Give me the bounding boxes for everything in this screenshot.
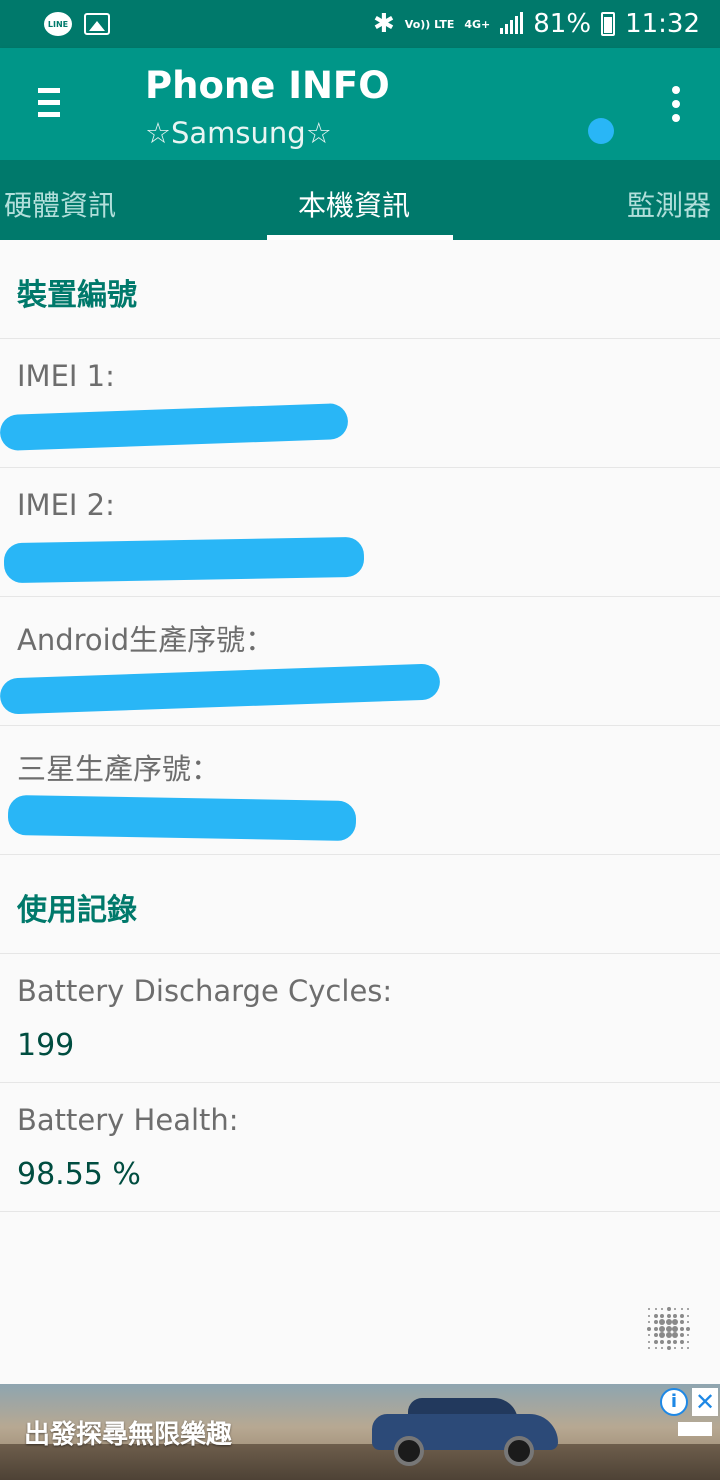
list-item-discharge-cycles[interactable]: Battery Discharge Cycles: 199 <box>0 954 720 1083</box>
tab-hardware-info[interactable]: 硬體資訊 <box>4 184 116 224</box>
ad-car-image <box>372 1396 558 1466</box>
battery-icon <box>601 12 616 36</box>
network-type-icon: 4G+ <box>464 17 491 31</box>
tab-device-info[interactable]: 本機資訊 <box>298 184 410 224</box>
bluetooth-icon: ✱ <box>373 9 395 39</box>
redaction-scribble <box>3 536 365 584</box>
app-subtitle: ☆Samsung☆ <box>145 116 332 150</box>
item-label: Android生產序號： <box>17 623 275 657</box>
redaction-scribble <box>7 794 357 842</box>
item-value: 98.55 % <box>17 1157 141 1192</box>
dot-grid-icon[interactable] <box>646 1306 690 1350</box>
app-bar: Phone INFO ☆Samsung☆ <box>0 48 720 160</box>
ad-close-icon[interactable]: ✕ <box>692 1388 718 1416</box>
status-dot <box>588 118 614 144</box>
ad-banner[interactable]: 出發探尋無限樂趣 i ✕ <box>0 1384 720 1480</box>
redaction-scribble <box>0 663 441 715</box>
ad-badge <box>678 1422 712 1436</box>
item-label: 三星生產序號： <box>17 752 221 786</box>
section-header-device-ids: 裝置編號 <box>0 240 720 339</box>
item-value: 199 <box>17 1028 75 1063</box>
hamburger-menu-icon[interactable] <box>38 88 62 120</box>
clock: 11:32 <box>625 9 700 39</box>
more-vert-icon[interactable] <box>668 86 684 122</box>
tab-bar: 硬體資訊 本機資訊 監測器 <box>0 160 720 240</box>
battery-percent: 81% <box>533 9 592 39</box>
redaction-scribble <box>0 402 349 452</box>
list-item-samsung-serial[interactable]: 三星生產序號： <box>0 726 720 855</box>
ad-info-icon[interactable]: i <box>660 1388 688 1416</box>
info-list: 裝置編號 IMEI 1: IMEI 2: Android生產序號： 三星生產序號… <box>0 240 720 1212</box>
ad-text: 出發探尋無限樂趣 <box>24 1420 233 1450</box>
list-item-android-serial[interactable]: Android生產序號： <box>0 597 720 726</box>
signal-bars-icon <box>500 12 524 34</box>
tab-monitor[interactable]: 監測器 <box>627 184 711 224</box>
image-icon <box>84 13 110 35</box>
list-item-imei2[interactable]: IMEI 2: <box>0 468 720 597</box>
item-label: Battery Health: <box>17 1103 239 1137</box>
item-label: IMEI 2: <box>17 488 115 522</box>
volte-icon: Vo)) LTE <box>404 17 455 31</box>
list-item-imei1[interactable]: IMEI 1: <box>0 339 720 468</box>
app-title: Phone INFO <box>145 64 390 107</box>
item-label: IMEI 1: <box>17 359 115 393</box>
list-item-battery-health[interactable]: Battery Health: 98.55 % <box>0 1083 720 1212</box>
status-bar: LINE ✱ Vo)) LTE 4G+ 81% 11:32 <box>0 0 720 48</box>
section-header-usage-log: 使用記錄 <box>0 855 720 954</box>
line-app-icon: LINE <box>44 12 72 36</box>
item-label: Battery Discharge Cycles: <box>17 974 393 1008</box>
